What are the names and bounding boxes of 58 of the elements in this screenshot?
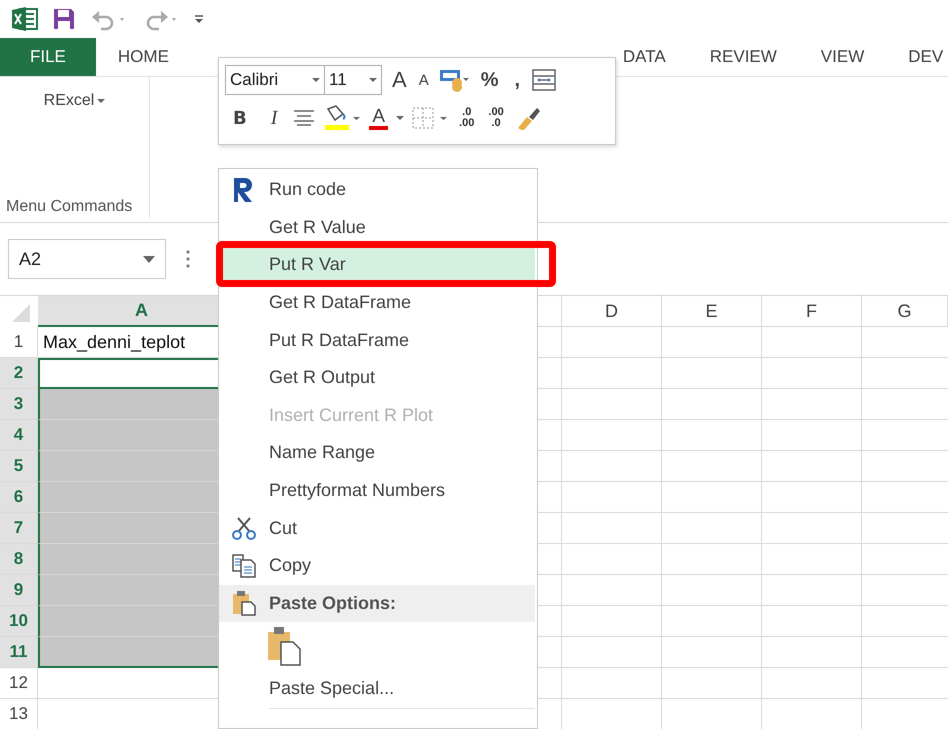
- grow-font-button[interactable]: A: [390, 67, 409, 93]
- menu-item[interactable]: Paste Special...: [269, 670, 535, 709]
- dropdown-arrow-icon: [312, 78, 320, 82]
- paste-icon[interactable]: [267, 626, 301, 666]
- menu-item[interactable]: Prettyformat Numbers: [219, 472, 535, 510]
- dropdown-arrow-icon: [143, 256, 155, 262]
- shrink-font-button[interactable]: A: [416, 72, 431, 88]
- menu-item[interactable]: Cut: [219, 509, 535, 547]
- row-header[interactable]: 11: [0, 637, 38, 668]
- rexcel-menu-button[interactable]: RExcel: [38, 91, 112, 111]
- excel-logo-icon[interactable]: [12, 7, 38, 31]
- menu-heading: Paste Options:: [219, 584, 535, 622]
- scissors-icon: [232, 516, 256, 540]
- menu-item[interactable]: Copy: [219, 546, 535, 585]
- menu-item[interactable]: Run code: [219, 171, 535, 209]
- ribbon-tab[interactable]: VIEW: [798, 38, 886, 76]
- ribbon-tab[interactable]: REVIEW: [688, 38, 799, 76]
- bold-button[interactable]: B: [225, 108, 255, 128]
- wrap-text-icon[interactable]: [532, 69, 556, 91]
- name-box[interactable]: A2: [8, 239, 166, 279]
- menu-item[interactable]: Get R Output: [219, 358, 535, 397]
- decrease-decimal-button[interactable]: .00 .0: [485, 107, 507, 129]
- row-header[interactable]: 8: [0, 544, 38, 575]
- italic-button[interactable]: I: [262, 106, 286, 130]
- row-header[interactable]: 10: [0, 606, 38, 637]
- caret-icon: [97, 99, 106, 103]
- row-header[interactable]: 12: [0, 668, 38, 699]
- ribbon-tab[interactable]: DEV: [886, 38, 948, 76]
- comma-style-button[interactable]: ,: [510, 68, 524, 92]
- file-tab[interactable]: FILE: [0, 38, 96, 76]
- dropdown-arrow-icon: [369, 78, 377, 82]
- fill-color-icon[interactable]: [323, 105, 362, 131]
- row-header[interactable]: 13: [0, 699, 38, 729]
- ribbon-tab[interactable]: HOME: [96, 38, 191, 76]
- font-color-button[interactable]: A: [369, 106, 388, 130]
- menu-item[interactable]: Name Range: [219, 434, 535, 472]
- group-label: Menu Commands: [5, 198, 132, 216]
- font-size-field[interactable]: 11: [324, 65, 382, 95]
- copy-icon: [232, 554, 256, 578]
- customize-menu-icon[interactable]: [194, 14, 204, 24]
- row-header[interactable]: 7: [0, 513, 38, 544]
- row-header[interactable]: 6: [0, 482, 38, 513]
- font-field[interactable]: Calibri: [225, 65, 325, 95]
- accounting-format-icon[interactable]: [438, 68, 469, 92]
- row-header[interactable]: 9: [0, 575, 38, 606]
- row-header[interactable]: 4: [0, 420, 38, 451]
- align-center-icon[interactable]: [293, 110, 316, 126]
- row-header[interactable]: 5: [0, 451, 38, 482]
- percent-button[interactable]: %: [476, 68, 502, 92]
- dropdown-arrow-icon: [396, 116, 404, 120]
- row-header[interactable]: 2: [0, 358, 38, 389]
- save-icon[interactable]: [52, 7, 76, 31]
- row-header[interactable]: 3: [0, 389, 38, 420]
- increase-decimal-button[interactable]: .0 .00: [456, 107, 478, 129]
- menu-item[interactable]: Get R Value: [219, 208, 535, 246]
- more-icon[interactable]: [186, 250, 190, 268]
- borders-icon[interactable]: [412, 107, 448, 129]
- paste-icon: [232, 590, 256, 616]
